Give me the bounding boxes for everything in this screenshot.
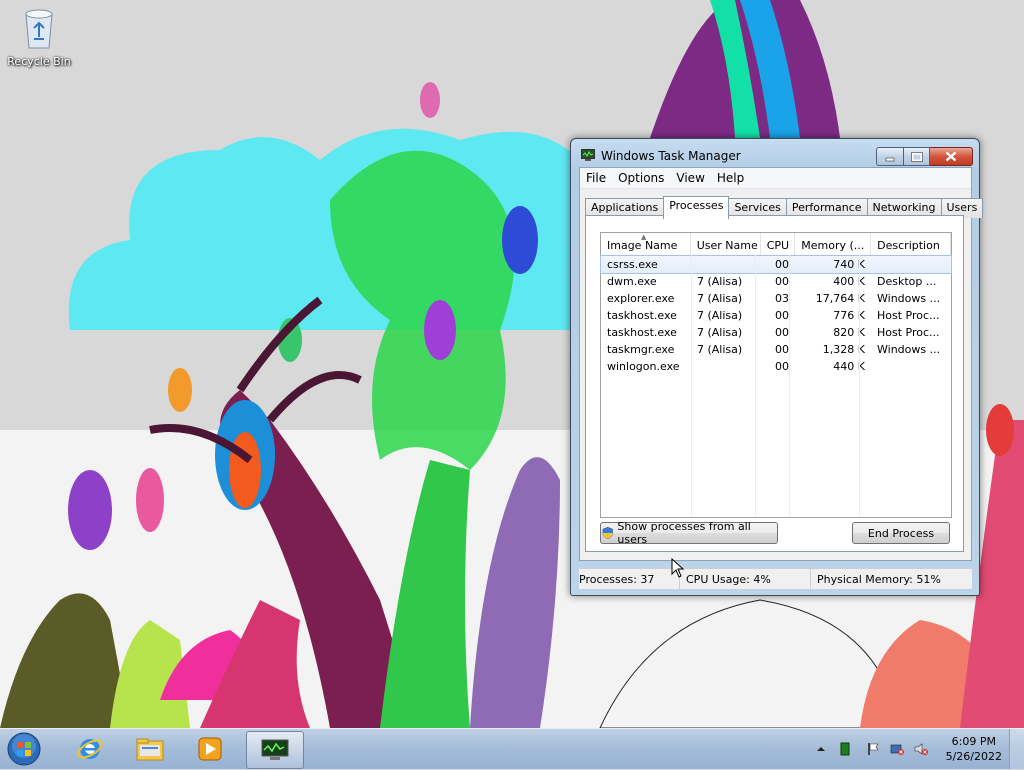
column-header-description[interactable]: Description [871, 233, 951, 255]
task-manager-tray-icon[interactable] [838, 742, 852, 756]
status-bar: Processes: 37 CPU Usage: 4% Physical Mem… [579, 568, 972, 589]
cell-user-name: 7 (Alisa) [697, 326, 743, 339]
process-row[interactable]: dwm.exe 7 (Alisa) 00 400 K Desktop ... [601, 273, 951, 290]
desktop-icon-recycle-bin[interactable]: Recycle Bin [4, 6, 74, 68]
recycle-bin-icon [25, 9, 53, 49]
clock[interactable]: 6:09 PM 5/26/2022 [946, 734, 1002, 764]
tab-processes[interactable]: Processes [663, 196, 730, 219]
taskbar-internet-explorer[interactable] [62, 731, 118, 767]
close-icon [945, 151, 957, 162]
menu-file[interactable]: File [580, 171, 612, 185]
cell-image-name: taskhost.exe [607, 309, 677, 322]
cell-user-name: 7 (Alisa) [697, 275, 743, 288]
cell-image-name: explorer.exe [607, 292, 675, 305]
column-divider [755, 255, 756, 517]
process-row[interactable]: explorer.exe 7 (Alisa) 03 17,764 K Windows .… [601, 290, 951, 307]
column-divider [691, 255, 692, 517]
network-disconnected-icon[interactable] [890, 742, 904, 756]
column-divider [859, 255, 860, 517]
cell-description: Host Proc... [877, 309, 940, 322]
cell-description: Host Proc... [877, 326, 940, 339]
status-cpu-usage: CPU Usage: 4% [680, 569, 811, 589]
sort-ascending-icon: ▲ [641, 233, 647, 241]
cell-image-name: taskmgr.exe [607, 343, 675, 356]
show-hidden-icons-icon[interactable] [814, 742, 828, 756]
show-all-users-label: Show processes from all users [617, 520, 751, 546]
clock-time: 6:09 PM [951, 735, 996, 748]
process-row[interactable]: csrss.exe 00 740 K [600, 255, 952, 274]
start-button[interactable] [4, 731, 44, 767]
cell-user-name: 7 (Alisa) [697, 343, 743, 356]
process-rows: csrss.exe 00 740 Kdwm.exe 7 (Alisa) 00 400 KD… [600, 255, 952, 375]
status-physical-memory: Physical Memory: 51% [817, 573, 941, 586]
window-title: Windows Task Manager [601, 149, 741, 163]
column-header-cpu[interactable]: CPU [761, 233, 796, 255]
taskbar-media-player[interactable] [182, 731, 238, 767]
window-client-area: File Options View Help Applications Proc… [579, 167, 984, 561]
menu-bar: File Options View Help [580, 168, 971, 189]
process-list[interactable]: ▲ Image Name User Name CPU Memory (... D… [600, 232, 952, 518]
cell-image-name: dwm.exe [607, 275, 657, 288]
task-manager-icon [581, 149, 595, 161]
taskbar-task-manager[interactable] [246, 731, 304, 769]
windows-start-icon [7, 732, 41, 766]
cell-description: Windows ... [877, 343, 941, 356]
maximize-button[interactable] [904, 147, 930, 166]
process-list-header: ▲ Image Name User Name CPU Memory (... D… [601, 233, 951, 256]
task-manager-window[interactable]: Windows Task Manager File Options View H… [570, 138, 984, 596]
internet-explorer-icon [77, 739, 103, 759]
show-desktop-button[interactable] [1009, 729, 1024, 769]
taskbar: 6:09 PM 5/26/2022 [0, 728, 1024, 769]
uac-shield-icon [602, 526, 613, 540]
cell-description: Windows ... [877, 292, 941, 305]
process-row[interactable]: taskmgr.exe 7 (Alisa) 00 1,328 K Windows ... [601, 341, 951, 358]
media-player-icon [198, 737, 222, 761]
processes-panel: ▲ Image Name User Name CPU Memory (... D… [585, 215, 964, 552]
cell-user-name: 7 (Alisa) [697, 309, 743, 322]
cell-image-name: csrss.exe [607, 258, 658, 271]
action-center-flag-icon[interactable] [866, 742, 880, 756]
task-manager-icon [261, 739, 289, 760]
end-process-button[interactable]: End Process [852, 522, 950, 544]
cell-description: Desktop ... [877, 275, 937, 288]
menu-view[interactable]: View [670, 171, 710, 185]
volume-muted-icon[interactable] [914, 742, 928, 756]
mouse-cursor-icon [671, 558, 685, 578]
column-divider [789, 255, 790, 517]
minimize-button[interactable] [876, 147, 904, 166]
show-all-users-button[interactable]: Show processes from all users [600, 520, 778, 546]
maximize-icon [910, 151, 923, 162]
process-row[interactable]: taskhost.exe 7 (Alisa) 00 776 K Host Proc... [601, 307, 951, 324]
cell-image-name: taskhost.exe [607, 326, 677, 339]
taskbar-file-explorer[interactable] [122, 731, 178, 767]
cell-image-name: winlogon.exe [607, 360, 680, 373]
menu-options[interactable]: Options [612, 171, 670, 185]
process-row[interactable]: winlogon.exe 00 440 K [601, 358, 951, 375]
process-row[interactable]: taskhost.exe 7 (Alisa) 00 820 K Host Proc... [601, 324, 951, 341]
column-header-user-name[interactable]: User Name [691, 233, 761, 255]
close-button[interactable] [930, 147, 973, 166]
cell-user-name: 7 (Alisa) [697, 292, 743, 305]
minimize-icon [885, 157, 895, 161]
clock-date: 5/26/2022 [945, 750, 1002, 763]
column-header-image-name[interactable]: ▲ Image Name [601, 233, 691, 255]
column-header-memory[interactable]: Memory (... [795, 233, 872, 255]
file-explorer-icon [136, 738, 164, 761]
tab-strip: Applications Processes Services Performa… [585, 196, 984, 219]
status-processes: Processes: 37 [579, 569, 680, 589]
menu-help[interactable]: Help [711, 171, 750, 185]
desktop-icon-label: Recycle Bin [7, 55, 71, 68]
